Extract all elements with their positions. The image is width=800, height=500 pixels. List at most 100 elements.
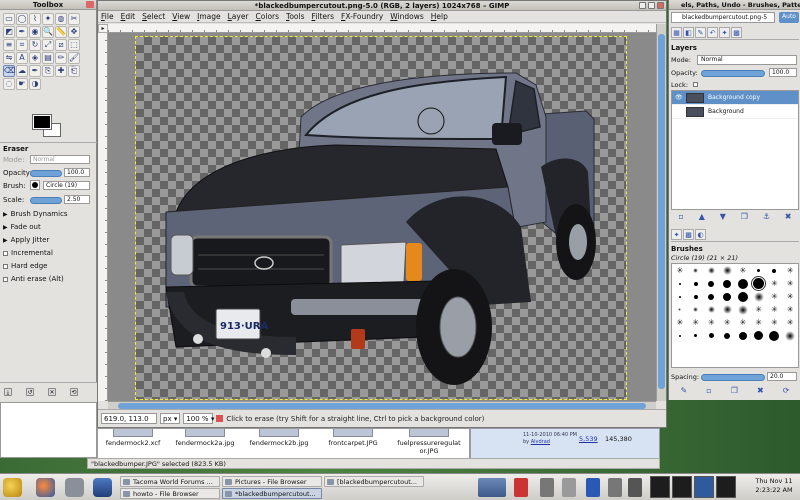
raise-layer-icon[interactable]: ▲ [699, 212, 705, 224]
fg-bg-colors[interactable] [32, 114, 63, 139]
brush-thumbnail[interactable]: ✳ [787, 292, 794, 301]
brush-thumbnail[interactable] [737, 278, 748, 289]
close-icon[interactable] [86, 1, 94, 8]
tab-gradients-icon[interactable]: ◐ [695, 229, 706, 240]
brush-thumbnail[interactable] [738, 331, 747, 340]
lower-layer-icon[interactable]: ▼ [720, 212, 726, 224]
move-tool-icon[interactable]: ✥ [68, 26, 80, 38]
ellipse-select-tool-icon[interactable]: ◯ [16, 13, 28, 25]
brush-thumbnail[interactable]: ✳ [724, 318, 731, 327]
brush-grid[interactable]: ✳ ✳ ✳ ✳ ✳ ✳ ✳ ✳ ✳ ✳ ✳ ✳ ✳ ✳ ✳ ✳ ✳ ✳ [671, 263, 799, 368]
measure-tool-icon[interactable]: 📏 [55, 26, 67, 38]
menu-view[interactable]: View [172, 12, 190, 21]
brush-thumbnail[interactable] [737, 291, 748, 302]
color-picker-tool-icon[interactable]: ◉ [29, 26, 41, 38]
menu-colors[interactable]: Colors [256, 12, 280, 21]
file-item[interactable]: fendermock2.xcf [98, 429, 168, 447]
perspective-tool-icon[interactable]: ⬚ [68, 39, 80, 51]
brush-thumbnail[interactable] [693, 307, 699, 312]
brush-thumbnail[interactable]: ✳ [787, 279, 794, 288]
unit-select[interactable]: px ▾ [160, 413, 181, 424]
brush-thumbnail[interactable] [693, 268, 699, 273]
perspective-clone-tool-icon[interactable]: ⎗ [68, 65, 80, 77]
distro-menu-icon[interactable] [3, 478, 22, 497]
brush-dynamics-expander[interactable]: ▶ Brush Dynamics [3, 209, 68, 219]
brush-thumbnail[interactable]: ✳ [740, 266, 747, 275]
brush-thumbnail[interactable] [757, 269, 761, 272]
vertical-scrollbar[interactable] [656, 24, 666, 401]
eye-icon[interactable]: 👁 [675, 91, 683, 105]
fuzzy-select-tool-icon[interactable]: ✦ [42, 13, 54, 25]
fade-out-option[interactable]: ▶ Fade out [3, 222, 41, 232]
file-item[interactable]: fendermock2a.jpg [170, 429, 240, 447]
menu-help[interactable]: Help [431, 12, 448, 21]
bucket-fill-tool-icon[interactable]: ◈ [29, 52, 41, 64]
edit-brush-icon[interactable]: ✎ [681, 386, 688, 398]
brush-thumbnail[interactable]: ✳ [771, 292, 778, 301]
clock[interactable]: Thu Nov 11 2:23:22 AM [750, 477, 798, 495]
horizontal-ruler[interactable] [108, 24, 656, 33]
brush-thumbnail[interactable] [708, 293, 715, 300]
menu-image[interactable]: Image [197, 12, 221, 21]
firefox-icon[interactable] [36, 478, 55, 497]
layer-mode-select[interactable]: Normal [697, 55, 797, 65]
smudge-tool-icon[interactable]: ☛ [16, 78, 28, 90]
brush-thumbnail[interactable] [707, 267, 715, 274]
vertical-ruler[interactable] [98, 33, 108, 401]
brush-thumbnail[interactable] [707, 306, 715, 313]
update-icon[interactable] [628, 478, 642, 497]
file-item[interactable]: fuelpressureregulat or.JPG [390, 429, 468, 455]
heal-tool-icon[interactable]: ✚ [55, 65, 67, 77]
brush-thumbnail[interactable]: ✳ [677, 318, 684, 327]
menu-tools[interactable]: Tools [286, 12, 304, 21]
brush-thumbnail[interactable] [785, 330, 796, 341]
brush-thumbnail[interactable] [754, 331, 764, 340]
satellite-icon[interactable] [93, 478, 112, 497]
replies-count[interactable]: 5,539 [579, 435, 598, 443]
layer-row-background-copy[interactable]: 👁 Background copy [672, 91, 798, 105]
maximize-icon[interactable] [648, 2, 655, 9]
image-menu-select[interactable]: blackedbumpercutout.png-5 [671, 12, 775, 23]
layer-opacity-slider[interactable] [701, 70, 765, 77]
paintbrush-tool-icon[interactable]: 🖌 [68, 52, 80, 64]
brush-thumbnail[interactable]: ✳ [771, 318, 778, 327]
terminal-icon[interactable] [65, 478, 84, 497]
scissors-tool-icon[interactable]: ✂ [68, 13, 80, 25]
spacing-input[interactable]: 20.0 [767, 372, 797, 381]
menu-edit[interactable]: Edit [121, 12, 136, 21]
clone-tool-icon[interactable]: ⎘ [42, 65, 54, 77]
tab-paths-icon[interactable]: ✎ [695, 27, 706, 38]
menu-fx-foundry[interactable]: FX-Foundry [341, 12, 383, 21]
brush-thumbnail[interactable] [694, 334, 698, 337]
image-canvas[interactable]: 913·URA [108, 33, 656, 401]
opacity-input[interactable]: 100.0 [64, 168, 90, 177]
brush-thumbnail[interactable] [678, 295, 681, 298]
menu-layer[interactable]: Layer [228, 12, 249, 21]
layer-row-background[interactable]: Background [672, 105, 798, 119]
eraser-tool-icon[interactable]: ⌫ [3, 65, 15, 77]
brush-thumbnail[interactable]: ✳ [677, 266, 684, 275]
workspace-2[interactable] [672, 476, 692, 498]
brush-thumbnail[interactable]: ✳ [692, 318, 699, 327]
horizontal-scrollbar[interactable] [108, 401, 656, 409]
brush-thumbnail[interactable] [772, 268, 777, 273]
brush-thumbnail[interactable]: ✳ [787, 318, 794, 327]
airbrush-tool-icon[interactable]: ☁ [16, 65, 28, 77]
close-icon[interactable] [657, 2, 664, 9]
ink-tool-icon[interactable]: ✒ [29, 65, 41, 77]
tab-patterns-icon[interactable]: ▩ [731, 27, 742, 38]
tab-undo-icon[interactable]: ↶ [707, 27, 718, 38]
save-options-icon[interactable]: ⤓ [4, 388, 12, 396]
text-tool-icon[interactable]: A [16, 52, 28, 64]
apply-jitter-option[interactable]: ▶ Apply Jitter [3, 235, 49, 245]
delete-layer-icon[interactable]: ✖ [785, 212, 792, 224]
brush-thumbnail[interactable]: ✳ [755, 305, 762, 314]
post-author-link[interactable]: Alvdrad [531, 439, 550, 445]
file-item[interactable]: fendermock2b.jpg [244, 429, 314, 447]
brush-thumbnail[interactable]: ✳ [740, 318, 747, 327]
menu-select[interactable]: Select [142, 12, 165, 21]
scale-tool-icon[interactable]: ⤢ [42, 39, 54, 51]
brush-thumbnail[interactable] [724, 332, 731, 339]
tab-brushes-icon[interactable]: ✦ [719, 27, 730, 38]
brush-thumbnail[interactable] [722, 266, 732, 275]
